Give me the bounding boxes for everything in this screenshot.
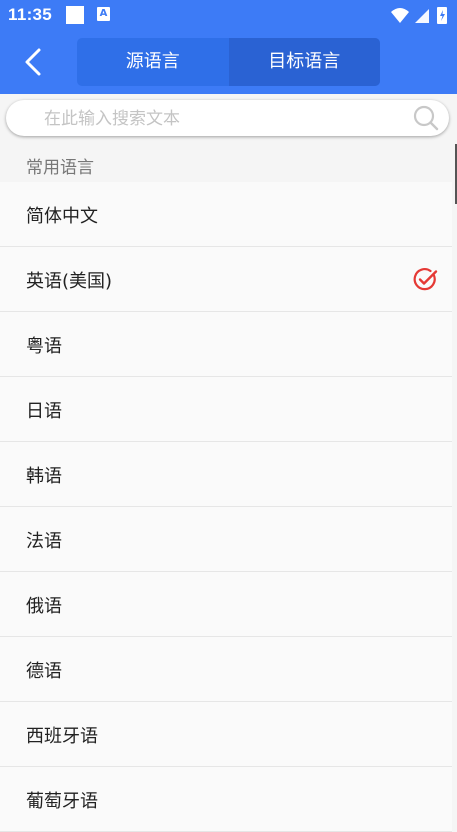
language-tabs: 源语言 目标语言 (77, 38, 380, 86)
list-item[interactable]: 葡萄牙语 (0, 767, 452, 832)
language-label: 西班牙语 (26, 726, 98, 747)
system-status-icons (391, 7, 447, 24)
list-item[interactable]: 德语 (0, 637, 452, 702)
language-list: 简体中文 英语(美国) 粤语 日语 韩语 法语 俄语 德语 西班牙语 葡萄牙语 (0, 182, 452, 832)
wifi-icon (391, 8, 409, 23)
app-header: 源语言 目标语言 (0, 32, 457, 94)
status-bar: 11:35 A (0, 0, 457, 32)
section-title: 常用语言 (26, 158, 94, 178)
list-item[interactable]: 俄语 (0, 572, 452, 637)
notification-icon (66, 6, 84, 24)
search-icon[interactable] (413, 105, 439, 131)
language-label: 德语 (26, 661, 62, 682)
search-box (6, 100, 449, 136)
list-item[interactable]: 法语 (0, 507, 452, 572)
signal-icon (415, 9, 429, 23)
section-header: 常用语言 (0, 144, 457, 182)
status-time: 11:35 (8, 5, 53, 24)
language-label: 简体中文 (26, 206, 98, 227)
tab-target-language[interactable]: 目标语言 (228, 38, 380, 86)
check-circle-icon (413, 268, 438, 291)
language-label: 粤语 (26, 336, 62, 357)
list-item[interactable]: 西班牙语 (0, 702, 452, 767)
list-item[interactable]: 英语(美国) (0, 247, 452, 312)
list-item[interactable]: 日语 (0, 377, 452, 442)
language-label: 俄语 (26, 596, 62, 617)
back-arrow-icon[interactable] (16, 44, 52, 80)
tab-source-language[interactable]: 源语言 (77, 38, 229, 86)
language-label: 日语 (26, 401, 62, 422)
search-input[interactable] (42, 104, 406, 134)
language-label: 葡萄牙语 (26, 791, 98, 812)
language-label: 法语 (26, 531, 62, 552)
list-item[interactable]: 粤语 (0, 312, 452, 377)
notification-a-icon: A (97, 7, 110, 21)
search-area (0, 94, 457, 144)
list-item[interactable]: 韩语 (0, 442, 452, 507)
language-label: 韩语 (26, 466, 62, 487)
language-label: 英语(美国) (26, 271, 113, 292)
list-item[interactable]: 简体中文 (0, 182, 452, 247)
